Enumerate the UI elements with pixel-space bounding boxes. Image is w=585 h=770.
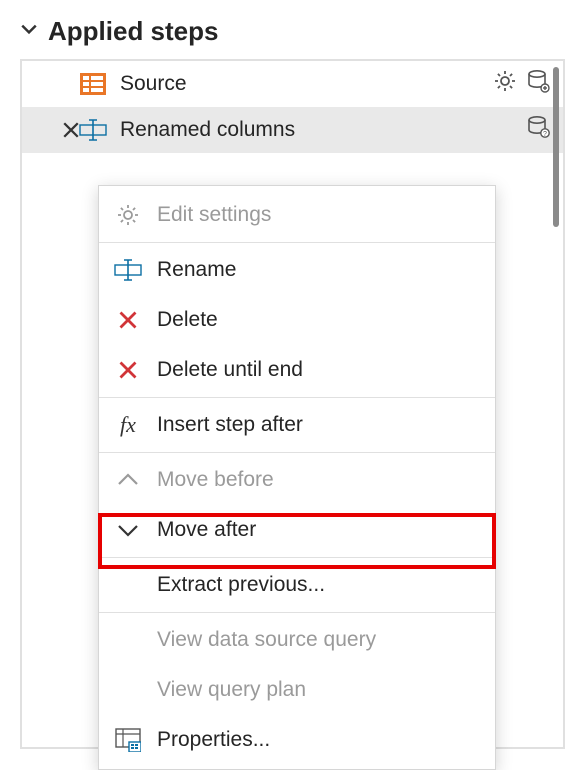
- menu-item-label: Rename: [157, 258, 236, 282]
- menu-view-data-source-query: View data source query: [99, 615, 495, 665]
- rename-icon: [113, 257, 143, 283]
- step-row-renamed-columns[interactable]: Renamed columns ?: [22, 107, 563, 153]
- menu-item-label: Delete: [157, 308, 218, 332]
- svg-text:?: ?: [543, 131, 547, 138]
- menu-insert-step-after[interactable]: fx Insert step after: [99, 400, 495, 450]
- table-icon: [78, 72, 108, 96]
- delete-icon: [113, 357, 143, 383]
- menu-move-after[interactable]: Move after: [99, 505, 495, 555]
- menu-delete[interactable]: Delete: [99, 295, 495, 345]
- menu-move-before: Move before: [99, 455, 495, 505]
- fx-icon: fx: [113, 412, 143, 438]
- gear-icon[interactable]: [493, 69, 517, 99]
- menu-properties[interactable]: Properties...: [99, 715, 495, 765]
- database-icon[interactable]: [525, 68, 551, 100]
- menu-separator: [99, 452, 495, 453]
- menu-item-label: Move after: [157, 518, 256, 542]
- menu-item-label: Edit settings: [157, 203, 271, 227]
- delete-icon: [113, 307, 143, 333]
- menu-view-query-plan: View query plan: [99, 665, 495, 715]
- properties-icon: [113, 727, 143, 753]
- menu-separator: [99, 397, 495, 398]
- menu-item-label: View query plan: [157, 678, 306, 702]
- applied-steps-title: Applied steps: [48, 16, 218, 47]
- menu-separator: [99, 557, 495, 558]
- step-label: Source: [120, 72, 187, 96]
- chevron-down-icon: [113, 517, 143, 543]
- menu-item-label: Delete until end: [157, 358, 303, 382]
- menu-separator: [99, 612, 495, 613]
- menu-item-label: Insert step after: [157, 413, 303, 437]
- chevron-up-icon: [113, 467, 143, 493]
- menu-item-label: Properties...: [157, 728, 270, 752]
- menu-rename[interactable]: Rename: [99, 245, 495, 295]
- step-label: Renamed columns: [120, 118, 295, 142]
- applied-steps-panel: Source Renamed columns ?: [20, 59, 565, 749]
- menu-item-label: Move before: [157, 468, 274, 492]
- step-row-source[interactable]: Source: [22, 61, 563, 107]
- database-query-icon[interactable]: ?: [525, 114, 551, 146]
- scrollbar[interactable]: [553, 67, 559, 227]
- menu-delete-until-end[interactable]: Delete until end: [99, 345, 495, 395]
- context-menu: Edit settings Rename Delete Delete until: [98, 185, 496, 770]
- close-icon[interactable]: [62, 121, 84, 139]
- menu-item-label: View data source query: [157, 628, 376, 652]
- applied-steps-header[interactable]: Applied steps: [20, 16, 565, 47]
- menu-separator: [99, 242, 495, 243]
- menu-item-label: Extract previous...: [157, 573, 325, 597]
- chevron-down-icon: [20, 20, 38, 44]
- menu-edit-settings: Edit settings: [99, 190, 495, 240]
- gear-icon: [113, 202, 143, 228]
- menu-extract-previous[interactable]: Extract previous...: [99, 560, 495, 610]
